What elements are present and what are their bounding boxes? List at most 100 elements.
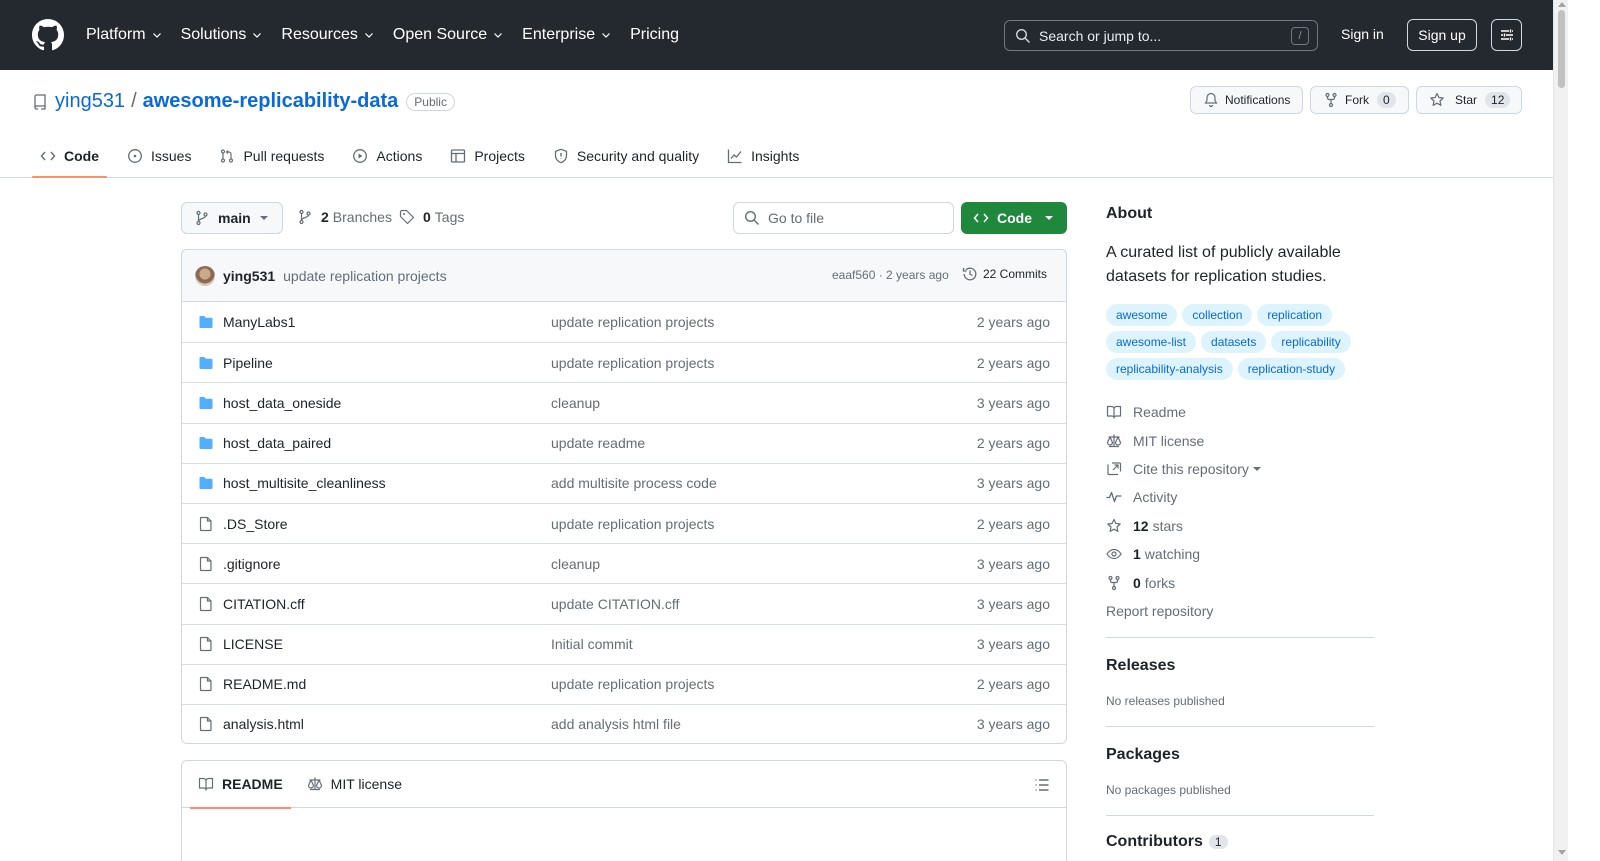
tab-license[interactable]: MIT license	[299, 761, 410, 808]
table-row[interactable]: LICENSE Initial commit 3 years ago	[182, 623, 1066, 664]
topic-tag[interactable]: replicability-analysis	[1106, 358, 1233, 380]
commit-message-link[interactable]: update replication projects	[283, 268, 446, 284]
stars-link[interactable]: 12 stars	[1106, 512, 1376, 540]
file-commit-message-link[interactable]: cleanup	[551, 556, 600, 572]
readme-link-label: Readme	[1133, 404, 1186, 421]
cite-repository-button[interactable]: Cite this repository	[1106, 455, 1376, 483]
page-scrollbar[interactable]	[1553, 0, 1568, 861]
tab-issues[interactable]: Issues	[119, 134, 199, 178]
topic-tag[interactable]: awesome	[1106, 304, 1178, 326]
github-logo-icon[interactable]	[32, 19, 64, 51]
chevron-down-icon	[494, 33, 503, 38]
go-to-file-input[interactable]: Go to file	[733, 202, 954, 234]
tab-actions[interactable]: Actions	[344, 134, 430, 178]
table-row[interactable]: .DS_Store update replication projects 2 ye…	[182, 502, 1066, 543]
activity-link[interactable]: Activity	[1106, 483, 1376, 511]
topic-tag[interactable]: replication-study	[1237, 358, 1346, 380]
menu-button[interactable]	[1491, 19, 1522, 51]
repo-name-link[interactable]: awesome-replicability-data	[143, 90, 399, 113]
table-row[interactable]: host_multisite_cleanliness add multisite …	[182, 462, 1066, 503]
packages-heading[interactable]: Packages	[1106, 746, 1180, 764]
avatar[interactable]	[195, 265, 215, 286]
tab-pull-requests[interactable]: Pull requests	[211, 134, 332, 178]
nav-enterprise[interactable]: Enterprise	[522, 26, 612, 44]
tab-code-label: Code	[64, 148, 99, 164]
file-name-link[interactable]: LICENSE	[223, 636, 283, 652]
sign-in-link[interactable]: Sign in	[1341, 26, 1384, 42]
commit-author-link[interactable]: ying531	[223, 268, 275, 284]
tab-projects[interactable]: Projects	[442, 134, 533, 178]
file-name-link[interactable]: .DS_Store	[223, 516, 288, 532]
nav-resources[interactable]: Resources	[281, 26, 374, 44]
license-link[interactable]: MIT license	[1106, 426, 1376, 454]
topic-tag[interactable]: replication	[1257, 304, 1333, 326]
file-commit-message-link[interactable]: update readme	[551, 435, 645, 451]
topic-tag[interactable]: collection	[1182, 304, 1253, 326]
topic-tag[interactable]: replicability	[1271, 331, 1351, 353]
file-commit-message-link[interactable]: add analysis html file	[551, 716, 681, 732]
table-row[interactable]: .gitignore cleanup 3 years ago	[182, 543, 1066, 583]
file-commit-message-link[interactable]: update replication projects	[551, 314, 714, 330]
file-commit-message-link[interactable]: Initial commit	[551, 636, 633, 652]
scroll-up-arrow-icon[interactable]	[1558, 2, 1566, 7]
commits-link[interactable]: 22 Commits	[962, 266, 1047, 282]
search-input[interactable]: Search or jump to... /	[1004, 20, 1318, 51]
readme-link[interactable]: Readme	[1106, 398, 1376, 426]
sign-up-button[interactable]: Sign up	[1407, 19, 1477, 51]
table-row[interactable]: Pipeline update replication projects 2 yea…	[182, 342, 1066, 382]
file-commit-message-link[interactable]: cleanup	[551, 395, 600, 411]
commit-hash-time[interactable]: eaaf560 · 2 years ago	[832, 268, 949, 282]
report-repository-link[interactable]: Report repository	[1106, 603, 1213, 619]
file-name-link[interactable]: host_data_paired	[223, 435, 331, 451]
file-name-link[interactable]: Pipeline	[223, 355, 273, 371]
tab-code[interactable]: Code	[32, 134, 107, 178]
book-icon	[1106, 406, 1122, 419]
watching-link[interactable]: 1 watching	[1106, 540, 1376, 568]
repo-owner-link[interactable]: ying531	[55, 90, 125, 113]
file-commit-message-link[interactable]: add multisite process code	[551, 475, 717, 491]
stars-count: 12	[1133, 517, 1149, 534]
tab-insights[interactable]: Insights	[719, 134, 807, 178]
table-row[interactable]: README.md update replication projects 2 ye…	[182, 663, 1066, 704]
topic-tag[interactable]: datasets	[1201, 331, 1267, 353]
table-row[interactable]: analysis.html add analysis html file 3 yea…	[182, 703, 1066, 743]
nav-pricing[interactable]: Pricing	[630, 26, 679, 44]
topic-tag[interactable]: awesome-list	[1106, 331, 1197, 353]
nav-open-source[interactable]: Open Source	[393, 26, 504, 44]
star-count: 12	[1485, 92, 1511, 108]
table-row[interactable]: CITATION.cff update CITATION.cff 3 years a…	[182, 583, 1066, 623]
file-name-link[interactable]: ManyLabs1	[223, 314, 295, 330]
forks-link[interactable]: 0 forks	[1106, 568, 1376, 596]
file-name-link[interactable]: .gitignore	[223, 556, 281, 572]
file-commit-message-link[interactable]: update replication projects	[551, 516, 714, 532]
releases-heading[interactable]: Releases	[1106, 657, 1175, 675]
file-name-link[interactable]: host_multisite_cleanliness	[223, 475, 386, 491]
scroll-down-arrow-icon[interactable]	[1558, 850, 1566, 855]
tags-link[interactable]: 0 Tags	[399, 209, 464, 225]
file-commit-message-link[interactable]: update replication projects	[551, 676, 714, 692]
table-row[interactable]: host_data_oneside cleanup 3 years ago	[182, 382, 1066, 422]
branches-link[interactable]: 2 Branches	[297, 209, 392, 225]
file-name-link[interactable]: analysis.html	[223, 716, 304, 732]
notifications-button[interactable]: Notifications	[1190, 86, 1303, 114]
fork-button[interactable]: Fork 0	[1310, 86, 1409, 114]
folder-icon	[199, 316, 213, 329]
tab-readme[interactable]: README	[190, 761, 291, 809]
file-commit-message-link[interactable]: update CITATION.cff	[551, 596, 679, 612]
tab-security[interactable]: Security and quality	[545, 134, 707, 178]
repo-separator: /	[131, 90, 137, 112]
branch-select-button[interactable]: main	[181, 202, 283, 234]
table-row[interactable]: ManyLabs1 update replication projects 2 ye…	[182, 302, 1066, 342]
file-name-link[interactable]: CITATION.cff	[223, 596, 305, 612]
table-row[interactable]: host_data_paired update readme 2 years ago	[182, 422, 1066, 463]
star-button[interactable]: Star 12	[1416, 86, 1522, 114]
list-icon[interactable]	[1034, 777, 1050, 793]
file-commit-message-link[interactable]: update replication projects	[551, 355, 714, 371]
file-name-link[interactable]: host_data_oneside	[223, 395, 341, 411]
nav-platform[interactable]: Platform	[86, 26, 163, 44]
scrollbar-thumb[interactable]	[1558, 10, 1565, 88]
contributors-heading[interactable]: Contributors 1	[1106, 833, 1228, 851]
code-dropdown-button[interactable]: Code	[961, 202, 1067, 234]
nav-solutions[interactable]: Solutions	[181, 26, 264, 44]
file-name-link[interactable]: README.md	[223, 676, 306, 692]
